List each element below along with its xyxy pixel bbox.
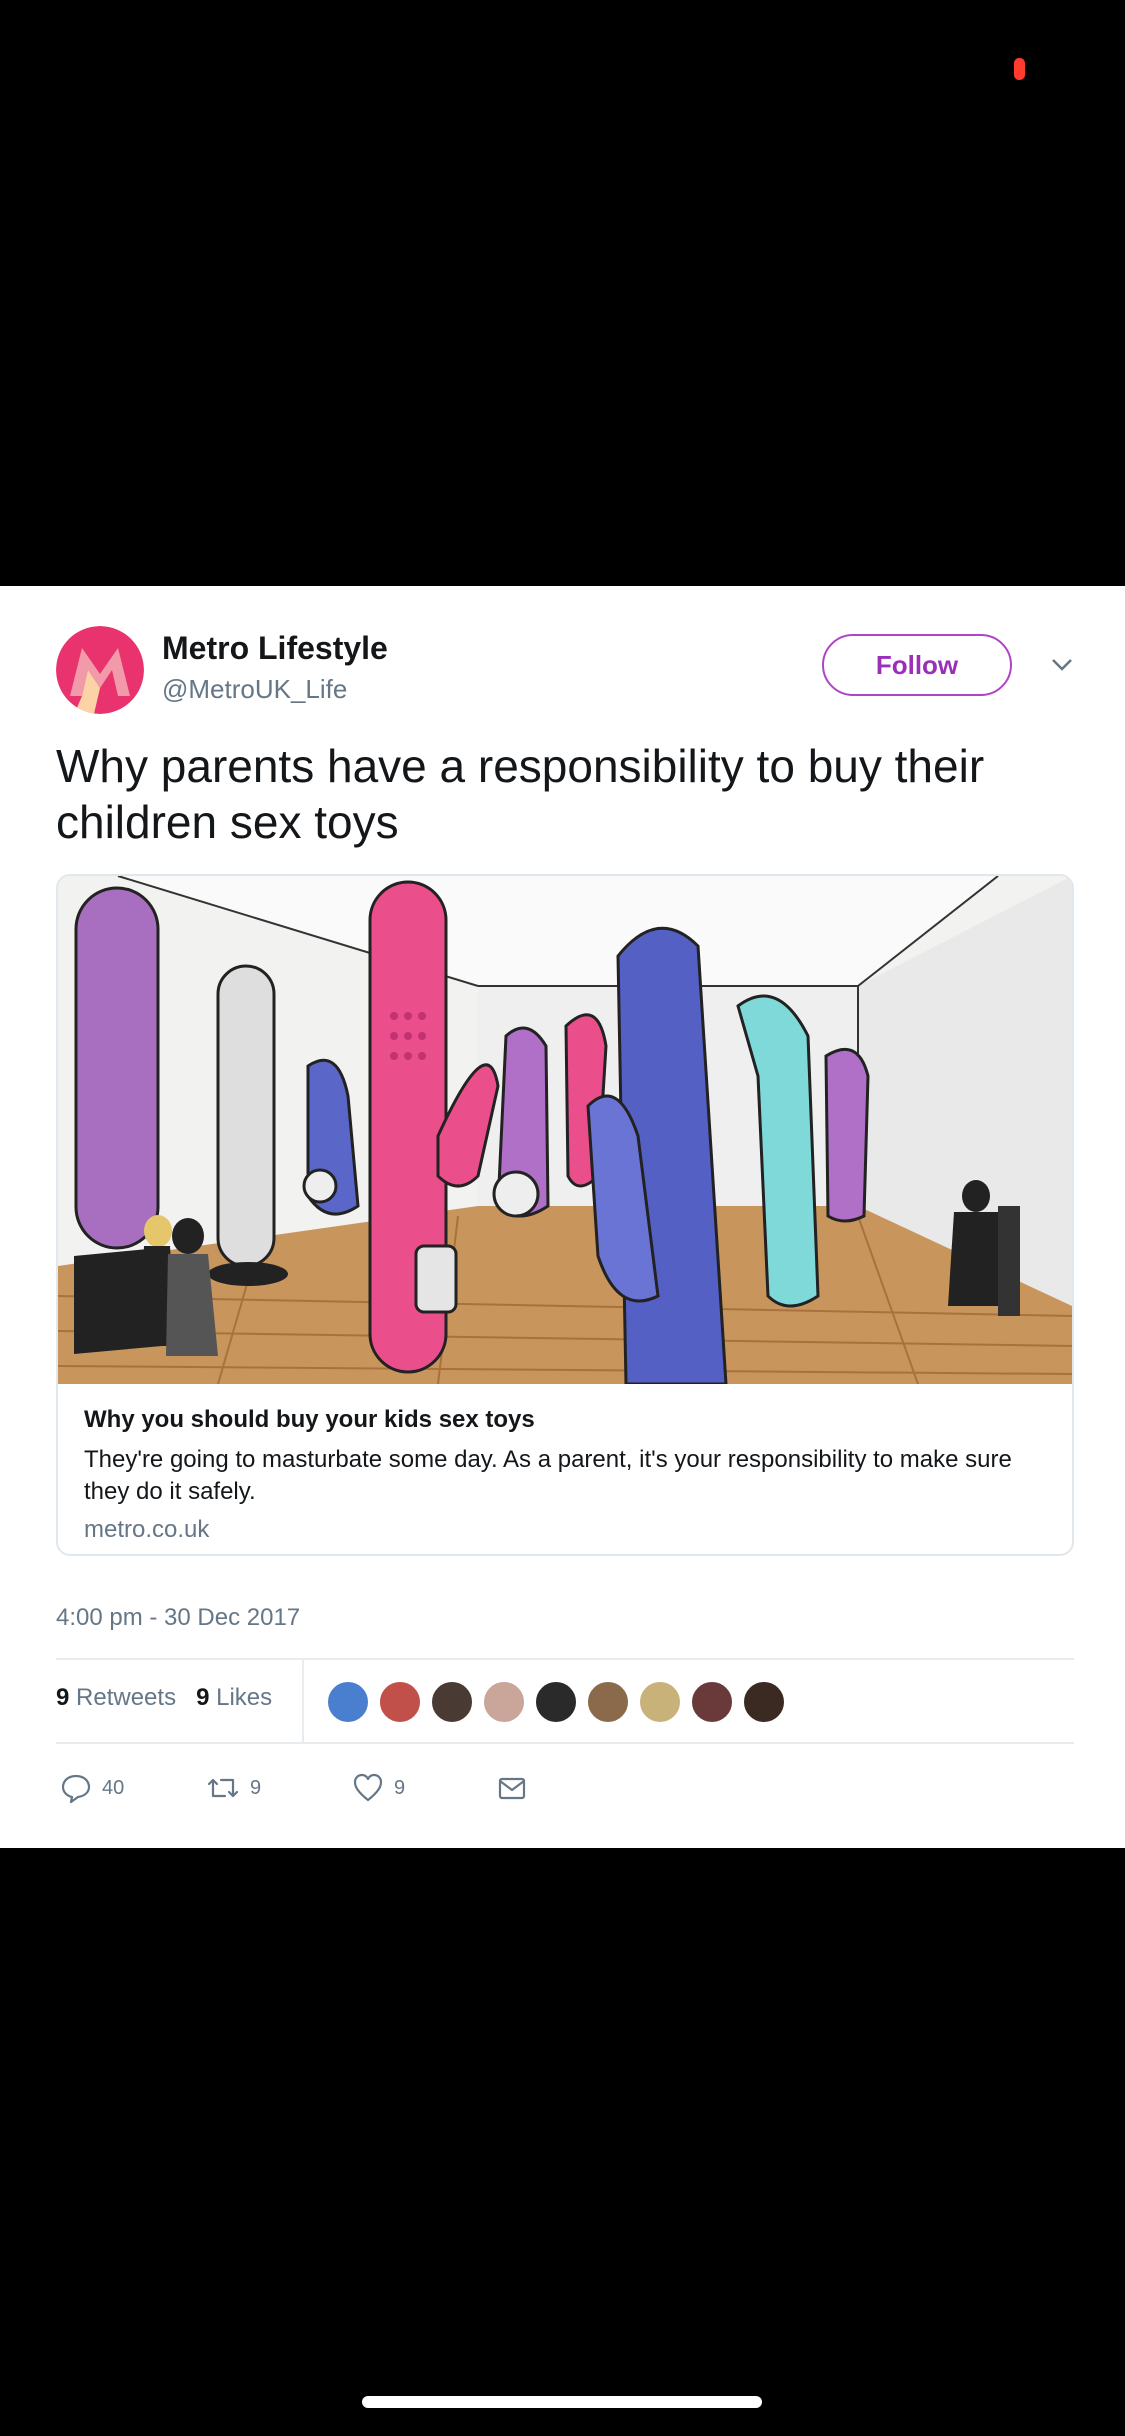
tweet-text: Why parents have a responsibility to buy…: [56, 740, 985, 848]
avatar[interactable]: [326, 1680, 370, 1724]
retweets-label: Retweets: [76, 1684, 177, 1711]
chevron-down-icon[interactable]: [1048, 650, 1076, 678]
avatar[interactable]: [482, 1680, 526, 1724]
divider: [56, 1658, 1074, 1660]
avatar[interactable]: [534, 1680, 578, 1724]
like-stat[interactable]: 9 Likes: [196, 1684, 272, 1711]
follow-button[interactable]: Follow: [822, 634, 1012, 696]
heart-icon: [353, 1773, 383, 1802]
divider: [56, 1742, 1074, 1744]
avatar[interactable]: [742, 1680, 786, 1724]
avatar[interactable]: [430, 1680, 474, 1724]
author-name[interactable]: Metro Lifestyle: [162, 630, 388, 667]
avatar[interactable]: [638, 1680, 682, 1724]
reply-button[interactable]: 40: [60, 1768, 124, 1808]
engagement-stats: 9 Retweets 9 Likes: [56, 1684, 272, 1712]
tweet-timestamp[interactable]: 4:00 pm - 30 Dec 2017: [56, 1604, 300, 1632]
avatar[interactable]: [378, 1680, 422, 1724]
like-button[interactable]: 9: [352, 1768, 405, 1808]
retweet-count: 9: [250, 1776, 262, 1799]
card-image: [58, 876, 1072, 1384]
direct-message-button[interactable]: [496, 1768, 528, 1808]
retweets-count: 9: [56, 1684, 70, 1711]
card-description: They're going to masturbate some day. As…: [84, 1446, 1012, 1505]
likes-count: 9: [196, 1684, 210, 1711]
author-avatar[interactable]: [56, 626, 144, 714]
avatar[interactable]: [690, 1680, 734, 1724]
tweet-card: Metro Lifestyle @MetroUK_Life Follow Why…: [0, 586, 1125, 1848]
home-indicator[interactable]: [362, 2396, 762, 2408]
card-title: Why you should buy your kids sex toys: [84, 1406, 535, 1433]
envelope-icon: [498, 1777, 526, 1800]
retweet-button[interactable]: 9: [206, 1768, 261, 1808]
like-count: 9: [394, 1776, 406, 1799]
likes-label: Likes: [216, 1684, 273, 1711]
retweet-icon: [207, 1778, 239, 1798]
card-domain: metro.co.uk: [84, 1516, 210, 1543]
recording-indicator: [1014, 58, 1025, 80]
reply-icon: [61, 1774, 91, 1804]
author-handle[interactable]: @MetroUK_Life: [162, 674, 347, 705]
metro-logo-icon: [56, 626, 144, 714]
avatar[interactable]: [586, 1680, 630, 1724]
divider: [302, 1660, 304, 1742]
retweet-stat[interactable]: 9 Retweets: [56, 1684, 176, 1711]
reply-count: 40: [102, 1776, 125, 1799]
link-card[interactable]: Why you should buy your kids sex toys Th…: [56, 874, 1074, 1556]
